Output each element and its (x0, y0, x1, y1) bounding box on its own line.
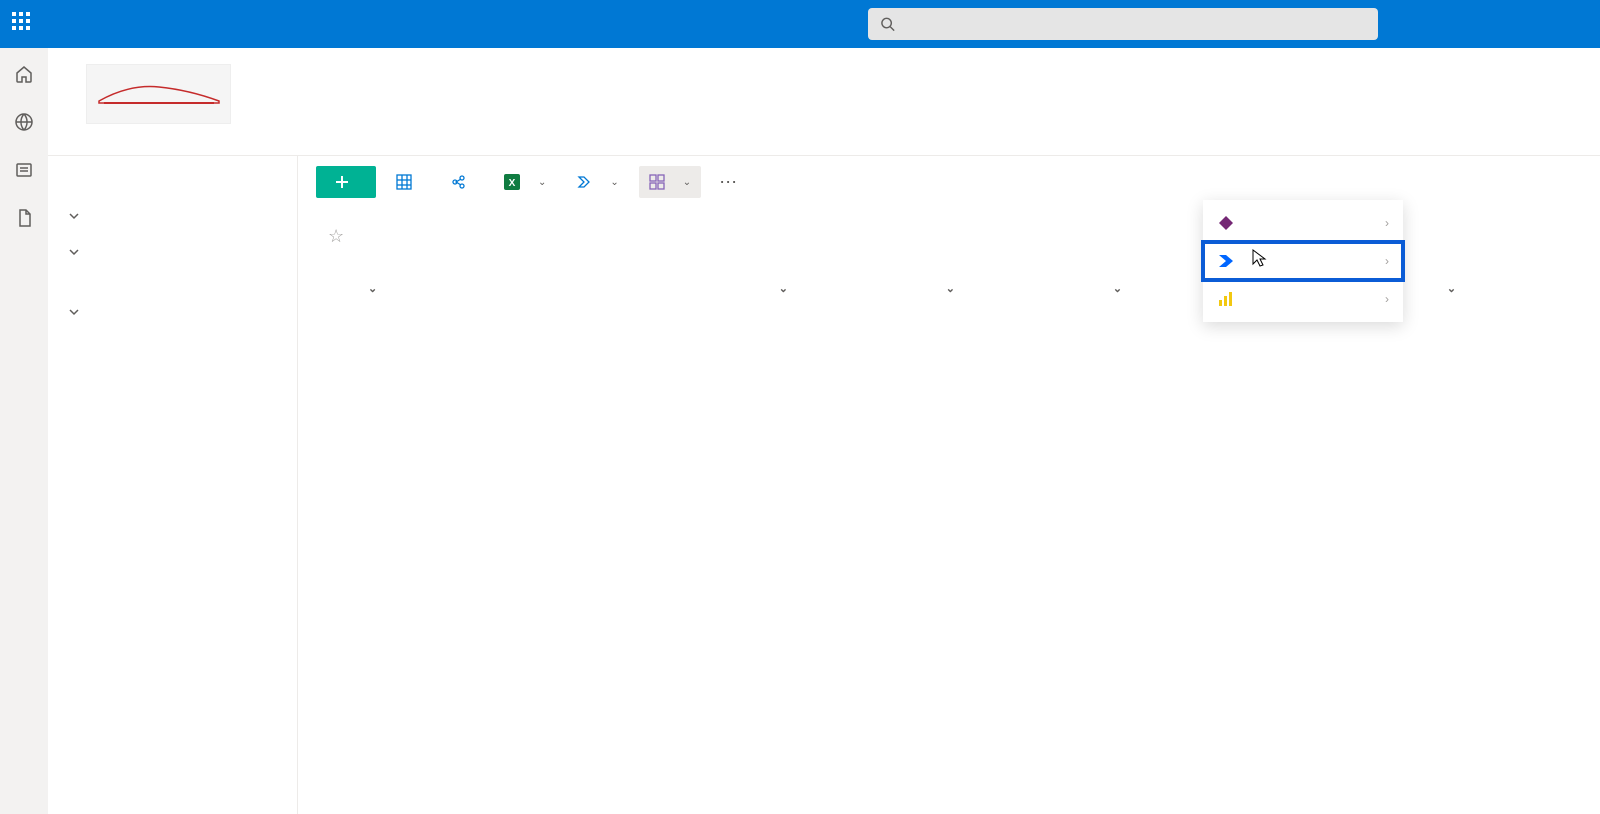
export-button[interactable]: X ⌄ (494, 166, 556, 198)
chevron-down-icon: ⌄ (1447, 283, 1456, 295)
chevron-down-icon: ⌄ (683, 177, 691, 188)
automate-icon (576, 174, 592, 190)
dropdown-power-apps[interactable]: › (1203, 204, 1403, 242)
integrate-dropdown: › › › (1203, 200, 1403, 322)
chevron-right-icon: › (1385, 292, 1389, 306)
dropdown-power-automate[interactable]: › (1203, 242, 1403, 280)
chevron-down-icon (68, 246, 80, 258)
chevron-down-icon (68, 306, 80, 318)
search-icon (880, 16, 895, 32)
site-header (48, 48, 1600, 156)
cursor-icon (1249, 248, 1269, 268)
grid-icon (396, 174, 412, 190)
globe-icon[interactable] (14, 112, 34, 132)
nav-home[interactable] (48, 174, 297, 198)
home-icon[interactable] (14, 64, 34, 84)
power-bi-icon (1217, 290, 1235, 308)
integrate-button[interactable]: ⌄ (639, 166, 701, 198)
col-brand[interactable]: ⌄ (1433, 269, 1600, 309)
file-icon[interactable] (14, 208, 34, 228)
command-bar: X ⌄ ⌄ ⌄ ⋯ (298, 156, 1600, 208)
svg-text:X: X (509, 178, 516, 189)
col-last-name[interactable]: ⌄ (932, 269, 1099, 309)
top-bar (0, 0, 1600, 48)
list-title-row: ☆ (298, 208, 1600, 269)
chevron-down-icon: ⌄ (538, 177, 546, 188)
chevron-right-icon: › (1385, 216, 1389, 230)
search-input[interactable] (907, 16, 1366, 32)
chevron-down-icon (68, 210, 80, 222)
nav-lists[interactable] (48, 294, 297, 330)
favorite-star-icon[interactable]: ☆ (328, 226, 344, 247)
power-automate-icon (1217, 252, 1235, 270)
nav-recycle[interactable] (48, 378, 297, 402)
automate-button[interactable]: ⌄ (566, 166, 628, 198)
content-area: X ⌄ ⌄ ⌄ ⋯ (298, 156, 1600, 814)
excel-icon: X (504, 174, 520, 190)
power-apps-icon (1217, 214, 1235, 232)
nav-calendar[interactable] (48, 354, 297, 378)
col-first-name[interactable]: ⌄ (765, 269, 932, 309)
site-logo[interactable] (86, 64, 231, 124)
integrate-icon (649, 174, 665, 190)
dropdown-power-bi[interactable]: › (1203, 280, 1403, 318)
col-title[interactable]: ⌄ (298, 269, 765, 309)
new-button[interactable] (316, 166, 376, 198)
share-button[interactable] (440, 166, 484, 198)
list-table-wrap: ⌄ ⌄ ⌄ ⌄ ⌄ ⌄ (298, 269, 1600, 814)
nav-pages[interactable] (48, 198, 297, 234)
nav-communication[interactable] (48, 330, 297, 354)
news-icon[interactable] (14, 160, 34, 180)
nav-edit-link[interactable] (48, 402, 297, 426)
more-button[interactable]: ⋯ (711, 172, 745, 193)
chevron-down-icon: ⌄ (368, 283, 377, 295)
chevron-right-icon: › (1385, 254, 1389, 268)
edit-grid-button[interactable] (386, 166, 430, 198)
chevron-down-icon: ⌄ (610, 177, 618, 188)
chevron-down-icon: ⌄ (779, 283, 788, 295)
list-table: ⌄ ⌄ ⌄ ⌄ ⌄ ⌄ (298, 269, 1600, 309)
left-nav (48, 156, 298, 814)
nav-dept[interactable] (48, 234, 297, 270)
chevron-down-icon: ⌄ (946, 283, 955, 295)
table-header-row: ⌄ ⌄ ⌄ ⌄ ⌄ ⌄ (298, 269, 1600, 309)
app-launcher-icon[interactable] (12, 12, 36, 36)
global-nav-rail (0, 48, 48, 814)
nav-shared[interactable] (48, 270, 297, 294)
chevron-down-icon: ⌄ (1113, 283, 1122, 295)
plus-icon (334, 174, 350, 190)
search-box[interactable] (868, 8, 1378, 40)
share-icon (450, 174, 466, 190)
